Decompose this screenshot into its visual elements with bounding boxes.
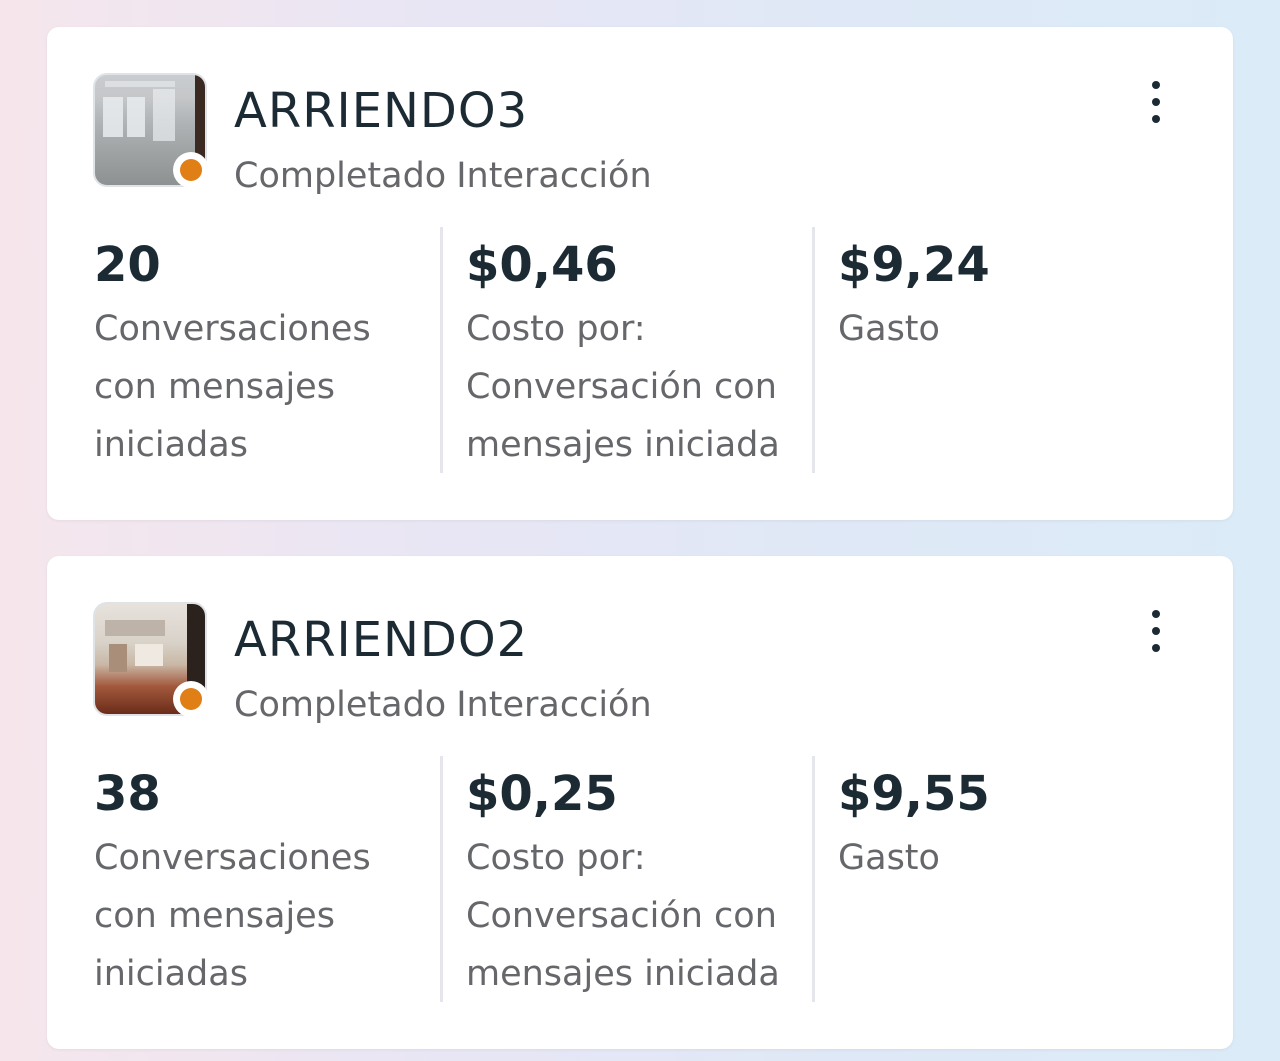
campaign-thumbnail [93, 602, 209, 717]
campaign-thumbnail [93, 73, 209, 188]
metric-results: 38 Conversaciones con mensajes iniciadas [94, 756, 440, 1002]
metric-label: Costo por: Conversación con mensajes ini… [466, 838, 780, 994]
campaign-card[interactable]: ARRIENDO3 Completado Interacción 20 Conve… [47, 27, 1233, 520]
more-options-icon[interactable] [1143, 81, 1169, 123]
campaign-objective: Interacción [456, 156, 652, 196]
campaign-status-line: Completado Interacción [234, 682, 652, 728]
metric-value: $9,55 [838, 766, 990, 822]
metric-value: 20 [94, 237, 161, 293]
campaign-name[interactable]: ARRIENDO3 [234, 81, 528, 141]
campaign-status: Completado [234, 156, 447, 196]
more-options-icon[interactable] [1143, 610, 1169, 652]
campaign-status: Completado [234, 685, 447, 725]
campaign-name[interactable]: ARRIENDO2 [234, 610, 528, 670]
metric-label: Gasto [838, 309, 940, 349]
metric-label: Costo por: Conversación con mensajes ini… [466, 309, 780, 465]
metric-spend: $9,24 Gasto [812, 227, 1184, 473]
metric-label: Gasto [838, 838, 940, 878]
campaign-status-line: Completado Interacción [234, 153, 652, 199]
metric-spend: $9,55 Gasto [812, 756, 1184, 1002]
metric-results: 20 Conversaciones con mensajes iniciadas [94, 227, 440, 473]
metric-cost-per-result: $0,25 Costo por: Conversación con mensaj… [440, 756, 812, 1002]
metric-label: Conversaciones con mensajes iniciadas [94, 309, 371, 465]
campaign-objective: Interacción [456, 685, 652, 725]
metric-value: $0,46 [466, 237, 618, 293]
metric-value: $9,24 [838, 237, 990, 293]
metric-value: 38 [94, 766, 161, 822]
metric-cost-per-result: $0,46 Costo por: Conversación con mensaj… [440, 227, 812, 473]
status-dot-icon [173, 152, 209, 188]
campaign-card[interactable]: ARRIENDO2 Completado Interacción 38 Conve… [47, 556, 1233, 1049]
metric-value: $0,25 [466, 766, 618, 822]
metric-label: Conversaciones con mensajes iniciadas [94, 838, 371, 994]
status-dot-icon [173, 681, 209, 717]
